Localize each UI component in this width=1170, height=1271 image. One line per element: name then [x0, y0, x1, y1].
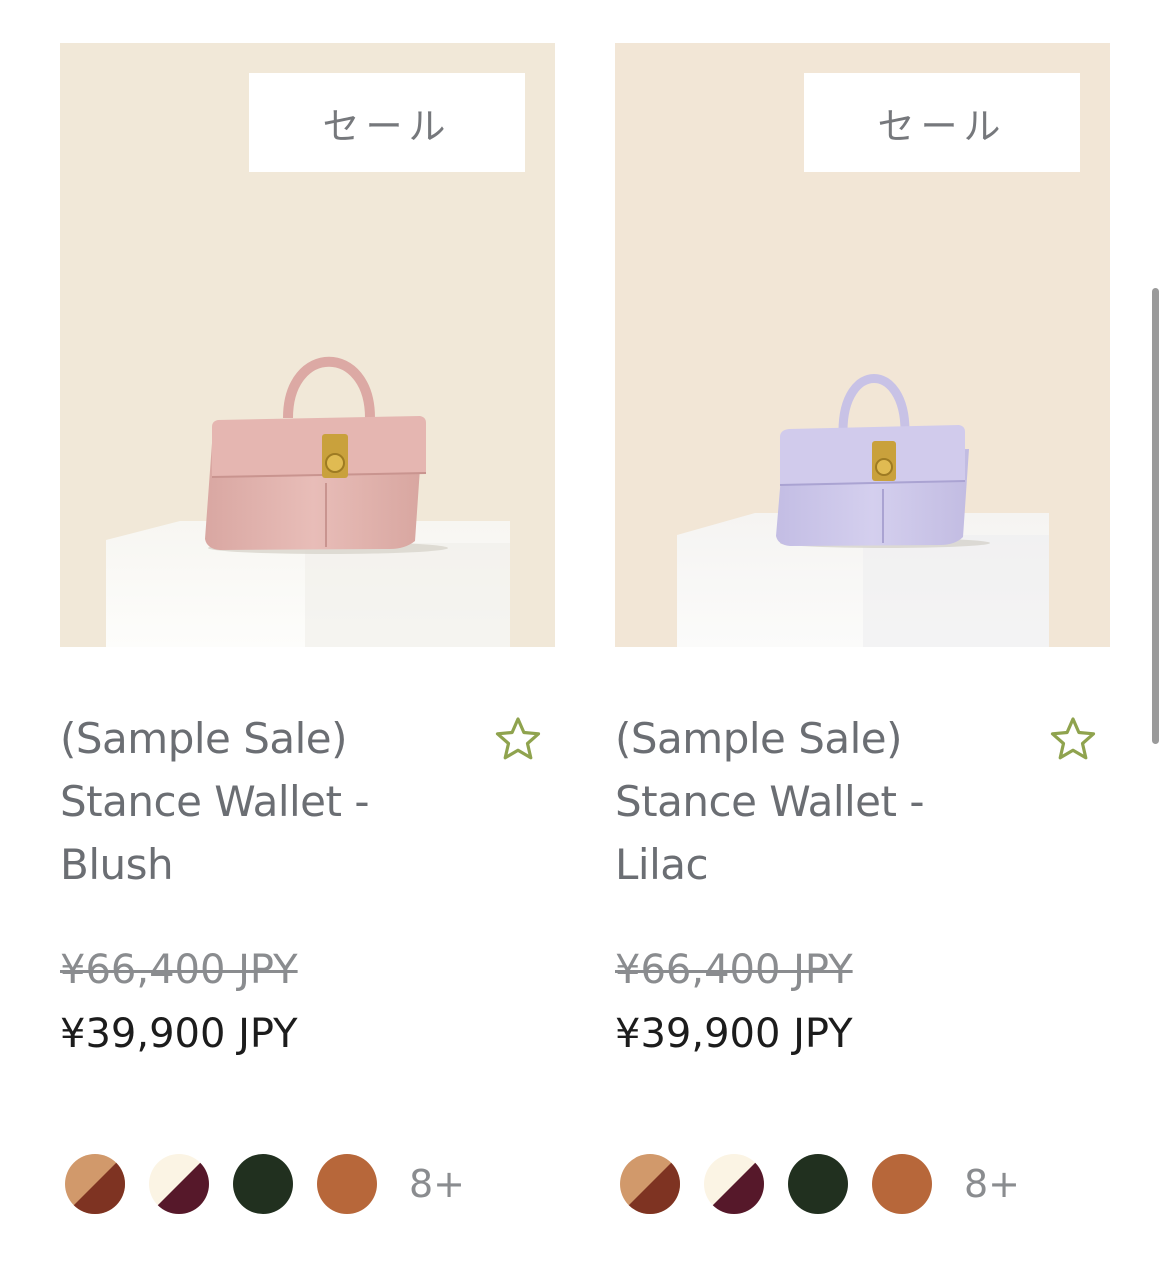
sale-badge: セール	[804, 73, 1080, 172]
product-card-blush[interactable]: セール (Sample Sale) Stance Wallet - Blush …	[60, 43, 555, 1243]
product-card-lilac[interactable]: セール (Sample Sale) Stance Wallet - Lilac …	[615, 43, 1110, 1243]
swatch-tan-chestnut[interactable]	[620, 1154, 680, 1214]
scrollbar[interactable]	[1152, 288, 1159, 744]
star-outline-icon[interactable]	[1049, 715, 1097, 763]
swatch-cream-burgundy[interactable]	[704, 1154, 764, 1214]
product-title-line[interactable]: Stance Wallet -	[615, 770, 1015, 833]
product-title[interactable]: (Sample Sale) Stance Wallet - Blush	[60, 707, 460, 896]
color-swatches: 8+	[65, 1153, 465, 1215]
product-title-line[interactable]: (Sample Sale)	[60, 707, 460, 770]
swatch-cognac[interactable]	[872, 1154, 932, 1214]
color-swatches: 8+	[620, 1153, 1020, 1215]
swatch-cream-burgundy[interactable]	[149, 1154, 209, 1214]
sale-price: ¥39,900 JPY	[615, 1011, 853, 1057]
product-title-line[interactable]: Stance Wallet -	[60, 770, 460, 833]
original-price: ¥66,400 JPY	[615, 947, 853, 993]
original-price: ¥66,400 JPY	[60, 947, 298, 993]
sale-badge: セール	[249, 73, 525, 172]
product-title-line[interactable]: (Sample Sale)	[615, 707, 1015, 770]
sale-price: ¥39,900 JPY	[60, 1011, 298, 1057]
product-grid: セール (Sample Sale) Stance Wallet - Blush …	[0, 0, 1170, 1271]
more-colors-link[interactable]: 8+	[964, 1162, 1020, 1206]
product-title[interactable]: (Sample Sale) Stance Wallet - Lilac	[615, 707, 1015, 896]
star-outline-icon[interactable]	[494, 715, 542, 763]
more-colors-link[interactable]: 8+	[409, 1162, 465, 1206]
swatch-cognac[interactable]	[317, 1154, 377, 1214]
product-title-line[interactable]: Lilac	[615, 833, 1015, 896]
swatch-forest-green[interactable]	[788, 1154, 848, 1214]
product-title-line[interactable]: Blush	[60, 833, 460, 896]
swatch-tan-chestnut[interactable]	[65, 1154, 125, 1214]
swatch-forest-green[interactable]	[233, 1154, 293, 1214]
